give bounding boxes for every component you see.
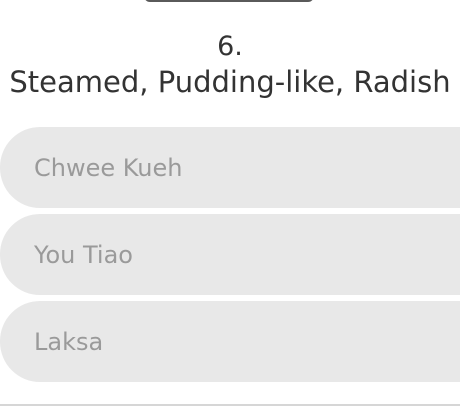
answer-option-laksa[interactable]: Laksa (0, 301, 460, 382)
question-block: 6. Steamed, Pudding-like, Radish (0, 30, 460, 100)
top-sheet-handle[interactable] (144, 0, 314, 2)
question-number: 6. (217, 31, 243, 62)
answer-options: Chwee Kueh You Tiao Laksa (0, 127, 460, 388)
answer-option-label: You Tiao (34, 240, 133, 269)
answer-option-chwee-kueh[interactable]: Chwee Kueh (0, 127, 460, 208)
answer-option-label: Chwee Kueh (34, 153, 183, 182)
answer-option-you-tiao[interactable]: You Tiao (0, 214, 460, 295)
answer-option-label: Laksa (34, 327, 104, 356)
question-text: Steamed, Pudding-like, Radish (9, 65, 451, 99)
